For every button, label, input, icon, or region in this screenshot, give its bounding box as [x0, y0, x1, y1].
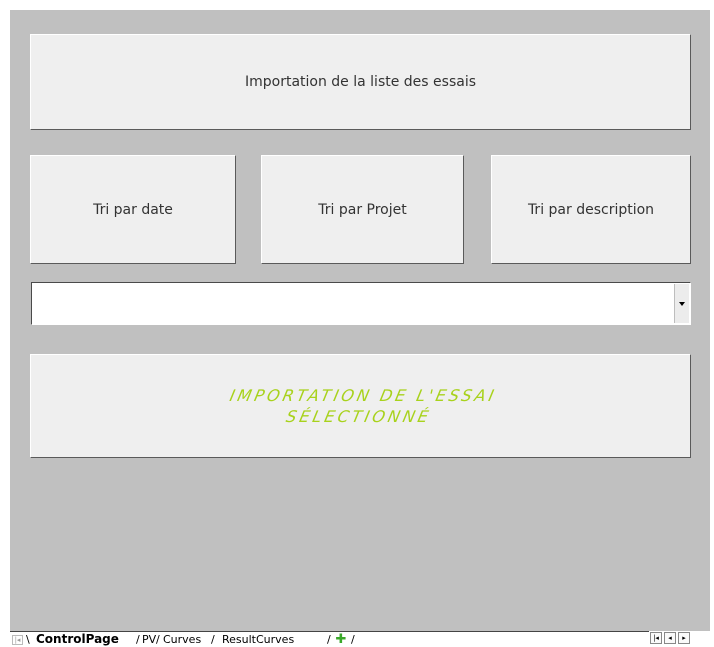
tab-separator: /	[156, 633, 160, 646]
tab-pv[interactable]: PV	[142, 632, 156, 647]
dropdown-toggle[interactable]	[674, 284, 689, 323]
sort-by-description-label: Tri par description	[527, 201, 655, 218]
next-sheet-icon[interactable]: ▸	[678, 632, 690, 644]
chevron-down-icon	[679, 301, 685, 306]
sheet-nav-buttons: |◂ ◂ ▸	[650, 632, 692, 646]
prev-sheet-icon[interactable]: ◂	[664, 632, 676, 644]
sheet-canvas: Importation de la liste des essais Tri p…	[10, 10, 710, 631]
first-sheet-nav-icon[interactable]: |◂	[650, 632, 662, 644]
import-test-list-label: Importation de la liste des essais	[244, 74, 476, 90]
tab-controlpage[interactable]: ControlPage	[36, 632, 119, 647]
tab-separator: \	[26, 633, 30, 646]
sort-by-description-button[interactable]: Tri par description	[491, 155, 691, 264]
add-sheet-plus-icon[interactable]: ✚	[333, 632, 349, 647]
tab-resultcurves[interactable]: ResultCurves	[222, 632, 294, 647]
tab-separator: /	[136, 633, 140, 646]
sort-by-project-label: Tri par Projet	[318, 201, 407, 218]
import-test-list-button[interactable]: Importation de la liste des essais	[30, 34, 691, 130]
sheet-tab-bar: |◂ \ ControlPage / PV / Curves / ResultC…	[0, 631, 714, 647]
tab-separator: /	[327, 633, 331, 646]
sort-by-project-button[interactable]: Tri par Projet	[261, 155, 464, 264]
import-selected-test-button[interactable]: Importation de l'essai sélectionné	[30, 354, 691, 458]
first-sheet-icon[interactable]: |◂	[12, 635, 23, 645]
import-selected-test-label: Importation de l'essai sélectionné	[227, 386, 498, 426]
sort-by-date-label: Tri par date	[93, 201, 173, 218]
tab-curves[interactable]: Curves	[163, 632, 201, 647]
tab-separator: /	[351, 633, 355, 646]
sort-by-date-button[interactable]: Tri par date	[30, 155, 236, 264]
tab-separator: /	[211, 633, 215, 646]
test-select-dropdown[interactable]	[31, 282, 691, 325]
